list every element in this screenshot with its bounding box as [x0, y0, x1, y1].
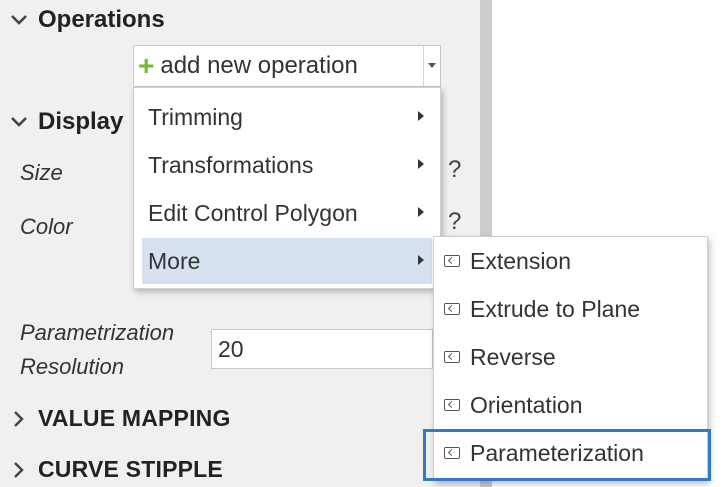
parametrization-label-line1: Parametrization [20, 320, 175, 345]
menu-item-edit-control-polygon[interactable]: Edit Control Polygon [142, 190, 432, 236]
operations-title: Operations [38, 6, 165, 33]
display-section-header[interactable]: Display [8, 108, 123, 136]
chevron-right-icon [8, 459, 30, 481]
chevron-down-icon [8, 111, 30, 133]
curve-stipple-section-header[interactable]: CURVE STIPPLE [8, 456, 223, 483]
resolution-value: 20 [218, 335, 244, 362]
submenu-item-reverse[interactable]: Reverse [444, 335, 699, 379]
add-operation-dropdown[interactable]: + add new operation [133, 45, 441, 87]
submenu-item-label: Extension [470, 247, 572, 274]
submenu-arrow-icon [418, 111, 424, 121]
menu-item-transformations[interactable]: Transformations [142, 142, 432, 188]
chevron-right-icon [8, 408, 30, 430]
chevron-down-icon [8, 9, 30, 31]
menu-item-label: Trimming [148, 103, 243, 130]
size-help-icon[interactable]: ? [448, 156, 461, 184]
operations-menu: Trimming Transformations Edit Control Po… [133, 87, 441, 289]
submenu-arrow-icon [418, 207, 424, 217]
menu-item-label: Transformations [148, 151, 314, 178]
add-operation-label: add new operation [160, 52, 358, 79]
submenu-item-label: Extrude to Plane [470, 295, 641, 322]
operation-icon [444, 399, 460, 411]
value-mapping-title: VALUE MAPPING [38, 405, 231, 431]
menu-item-label: Edit Control Polygon [148, 199, 358, 226]
operation-icon [444, 351, 460, 363]
size-label: Size [20, 160, 63, 185]
plus-icon: + [138, 50, 155, 81]
submenu-item-label: Reverse [470, 343, 556, 370]
operations-section-header[interactable]: Operations [8, 6, 165, 34]
color-label: Color [20, 214, 73, 239]
resolution-input[interactable]: 20 [211, 329, 433, 369]
value-mapping-section-header[interactable]: VALUE MAPPING [8, 405, 231, 432]
parametrization-label-line2: Resolution [20, 354, 124, 379]
submenu-arrow-icon [418, 255, 424, 265]
display-title: Display [38, 108, 124, 135]
selection-highlight [423, 429, 711, 481]
dropdown-arrow-icon[interactable] [423, 46, 440, 86]
submenu-item-extrude-to-plane[interactable]: Extrude to Plane [444, 287, 699, 331]
submenu-item-orientation[interactable]: Orientation [444, 383, 699, 427]
submenu-item-extension[interactable]: Extension [444, 239, 699, 283]
operation-icon [444, 303, 460, 315]
operation-icon [444, 255, 460, 267]
menu-item-trimming[interactable]: Trimming [142, 94, 432, 140]
submenu-item-label: Orientation [470, 391, 583, 418]
submenu-arrow-icon [418, 159, 424, 169]
color-help-icon[interactable]: ? [448, 208, 461, 236]
menu-item-label: More [148, 247, 201, 274]
menu-item-more[interactable]: More [142, 238, 432, 284]
curve-stipple-title: CURVE STIPPLE [38, 456, 223, 482]
